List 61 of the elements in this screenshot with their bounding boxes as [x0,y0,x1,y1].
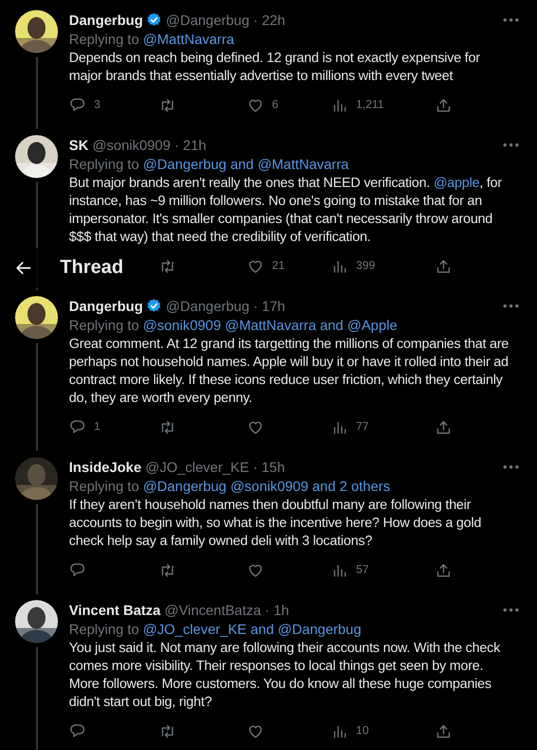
share-icon[interactable] [435,258,452,274]
more-icon[interactable] [503,18,519,22]
tweet-text: But major brands aren't really the ones that NEED verification. @apple, for instance, has ~9 million followers. No one's going to mistake that for an impersonator. It's smaller companies (that can't necessarily throw around $$$ that way) that need the credibility of verification. [69,174,503,246]
more-icon[interactable] [503,465,519,469]
heart-icon[interactable] [247,258,264,274]
more-icon[interactable] [503,608,519,612]
reply-icon[interactable] [69,418,86,436]
page-title: Thread [60,257,124,279]
retweet-icon[interactable] [159,562,176,578]
retweet-icon[interactable] [159,418,176,436]
retweet-icon[interactable] [159,96,176,114]
share-icon[interactable] [435,722,452,740]
retweet-icon[interactable] [159,722,176,740]
replying-label: Replying to [69,156,140,172]
tweet-text: If they aren’t household names then doubtful many are following their accounts to begin with, so what is the incentive here? How does a gold check help say a family owned deli with 3 locations? [69,496,482,550]
tweet-text: Depends on reach being defined. 12 grand is not exactly expensive for major brands that essentially advertise to millions with every tweet [69,49,481,85]
retweet-icon[interactable] [159,258,176,274]
user-name[interactable]: Dangerbug [69,12,143,28]
reply-icon[interactable] [69,96,86,114]
more-icon[interactable] [503,143,519,147]
user-name[interactable]: Vincent Batza [69,602,161,618]
mention-link[interactable]: @JO_clever_KE and @Dangerbug [142,621,362,637]
user-handle: @Dangerbug · 22h [166,12,286,28]
share-icon[interactable] [435,418,452,436]
user-handle: @VincentBatza · 1h [164,602,290,618]
share-icon[interactable] [435,562,452,578]
views-count: 77 [356,421,369,433]
user-handle: @sonik0909 · 21h [92,137,206,153]
heart-icon[interactable] [247,418,264,436]
replying-label: Replying to [69,478,140,494]
views-count: 1,211 [356,99,384,111]
heart-icon[interactable] [247,722,264,740]
back-arrow-icon[interactable] [15,259,33,277]
reply-icon[interactable] [69,562,86,578]
heart-icon[interactable] [247,562,264,578]
tweet-text: You just said it. Not many are following their accounts now. With the check comes more visibility. Their responses to local things get seen by more. More followers. More customers. You do know all these huge companies didn't start out big, right? [69,639,502,711]
like-count: 21 [272,260,285,272]
reply-count: 1 [94,421,100,433]
user-handle: @Dangerbug · 17h [166,298,286,314]
mention-link[interactable]: @sonik0909 @MattNavarra and @Apple [142,317,398,333]
views-count: 399 [356,260,376,272]
user-name[interactable]: Dangerbug [69,298,143,314]
mention-link[interactable]: @Dangerbug @sonik0909 and 2 others [142,478,390,494]
user-name[interactable]: SK [69,137,88,153]
replying-label: Replying to [69,31,140,47]
heart-icon[interactable] [247,96,264,114]
more-icon[interactable] [503,304,519,308]
views-count: 10 [356,725,369,737]
reply-count: 3 [94,99,100,111]
reply-icon[interactable] [69,722,86,740]
like-count: 6 [272,99,278,111]
mention-link[interactable]: @apple [434,175,480,190]
user-name[interactable]: InsideJoke [69,459,142,475]
tweet-text: Great comment. At 12 grand its targetting the millions of companies that are perhaps not household names. Apple will buy it or have it rolled into their ad contract more likely. If these icons reduce user friction, which they certainly do, they are worth every penny. [69,335,509,407]
replying-label: Replying to [69,317,140,333]
views-count: 57 [356,564,369,576]
share-icon[interactable] [435,96,452,114]
replying-label: Replying to [69,621,140,637]
mention-link[interactable]: @MattNavarra [142,31,234,47]
user-handle: @JO_clever_KE · 15h [145,459,285,475]
mention-link[interactable]: @Dangerbug and @MattNavarra [142,156,349,172]
